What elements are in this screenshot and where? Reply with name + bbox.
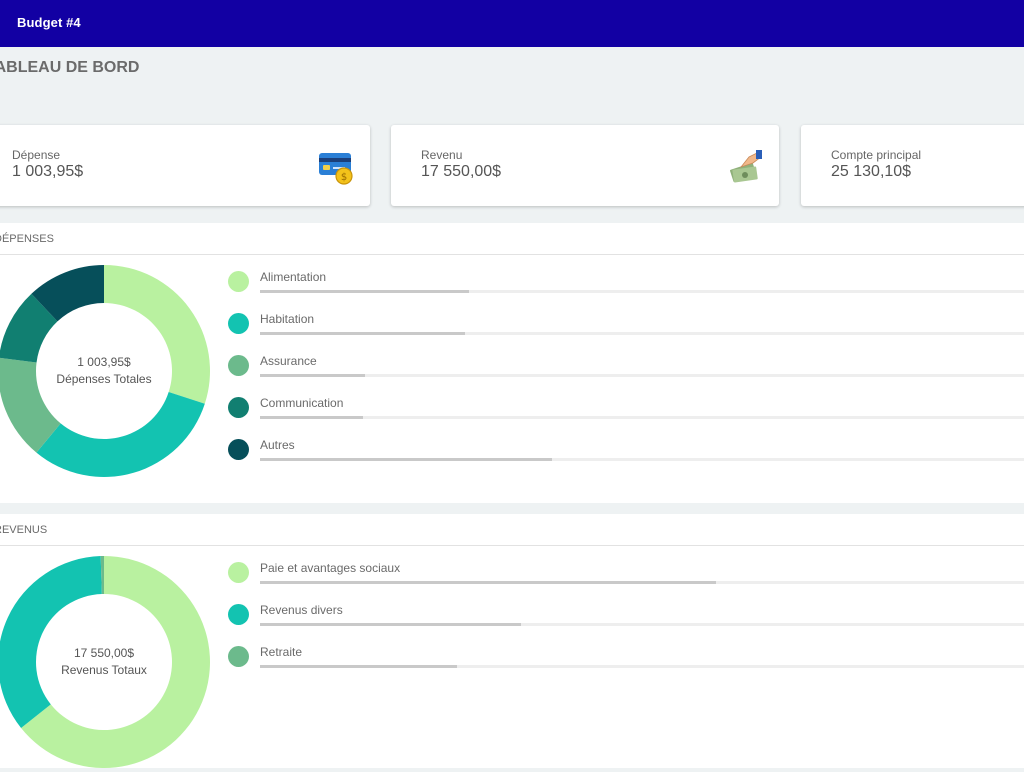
expense-card[interactable]: Dépense 1 003,95$ $ — [0, 125, 370, 206]
money-hand-icon — [729, 150, 762, 183]
legend-item-revenus-divers[interactable]: Revenus divers — [228, 603, 1024, 637]
legend-item-assurance[interactable]: Assurance — [228, 354, 1024, 388]
revenues-panel-title: REVENUS — [0, 524, 48, 536]
app-bar: Budget #4 — [0, 0, 1024, 47]
expenses-panel: DÉPENSES 1 003,95$ Dépenses Totales Alim… — [0, 223, 1024, 503]
progress-track — [260, 290, 1024, 293]
progress-track — [260, 332, 1024, 335]
donut-slice-revenus-divers[interactable] — [0, 556, 102, 729]
expense-card-value: 1 003,95$ — [12, 163, 84, 180]
legend-label: Communication — [260, 396, 344, 410]
progress-fill — [260, 374, 365, 377]
legend-item-paie[interactable]: Paie et avantages sociaux — [228, 561, 1024, 595]
main-account-card[interactable]: Compte principal 25 130,10$ — [801, 125, 1024, 206]
progress-fill — [260, 665, 458, 668]
progress-track — [260, 458, 1024, 461]
app-title[interactable]: Budget #4 — [17, 15, 81, 30]
page-title: TABLEAU DE BORD — [0, 59, 140, 76]
svg-text:$: $ — [341, 172, 347, 183]
progress-track — [260, 581, 1024, 584]
revenue-card-label: Revenu — [421, 148, 463, 162]
progress-fill — [260, 581, 717, 584]
progress-fill — [260, 332, 465, 335]
main-account-card-value: 25 130,10$ — [831, 163, 912, 180]
legend-label: Retraite — [260, 645, 303, 659]
legend-dot — [228, 439, 249, 460]
expenses-donut-center: 1 003,95$ Dépenses Totales — [0, 354, 214, 388]
expenses-panel-header: DÉPENSES — [0, 223, 1024, 255]
progress-track — [260, 665, 1024, 668]
main-account-card-label: Compte principal — [831, 148, 922, 162]
legend-item-alimentation[interactable]: Alimentation — [228, 270, 1024, 304]
legend-dot — [228, 397, 249, 418]
revenues-total-label: Revenus Totaux — [61, 663, 147, 677]
legend-dot — [228, 355, 249, 376]
progress-fill — [260, 458, 552, 461]
legend-item-communication[interactable]: Communication — [228, 396, 1024, 430]
progress-fill — [260, 623, 522, 626]
revenues-donut-center: 17 550,00$ Revenus Totaux — [0, 645, 214, 679]
expenses-total-value: 1 003,95$ — [77, 355, 131, 369]
revenue-card[interactable]: Revenu 17 550,00$ — [391, 125, 779, 206]
legend-item-habitation[interactable]: Habitation — [228, 312, 1024, 346]
expenses-panel-title: DÉPENSES — [0, 233, 54, 245]
legend-dot — [228, 271, 249, 292]
progress-track — [260, 623, 1024, 626]
legend-dot — [228, 562, 249, 583]
expense-card-label: Dépense — [12, 148, 61, 162]
legend-dot — [228, 646, 249, 667]
legend-label: Autres — [260, 438, 295, 452]
legend-dot — [228, 313, 249, 334]
legend-dot — [228, 604, 249, 625]
progress-track — [260, 374, 1024, 377]
credit-card-icon: $ — [319, 153, 353, 185]
progress-fill — [260, 290, 469, 293]
progress-track — [260, 416, 1024, 419]
revenues-panel: REVENUS 17 550,00$ Revenus Totaux Paie e… — [0, 514, 1024, 768]
legend-label: Revenus divers — [260, 603, 343, 617]
legend-label: Paie et avantages sociaux — [260, 561, 401, 575]
revenues-total-value: 17 550,00$ — [73, 646, 135, 660]
progress-fill — [260, 416, 364, 419]
legend-item-retraite[interactable]: Retraite — [228, 645, 1024, 679]
expenses-total-label: Dépenses Totales — [56, 372, 152, 386]
legend-label: Assurance — [260, 354, 317, 368]
revenues-panel-header: REVENUS — [0, 514, 1024, 546]
legend-label: Alimentation — [260, 270, 327, 284]
legend-item-autres[interactable]: Autres — [228, 438, 1024, 472]
donut-slice-habitation[interactable] — [36, 392, 205, 477]
revenue-card-value: 17 550,00$ — [421, 163, 502, 180]
legend-label: Habitation — [260, 312, 315, 326]
